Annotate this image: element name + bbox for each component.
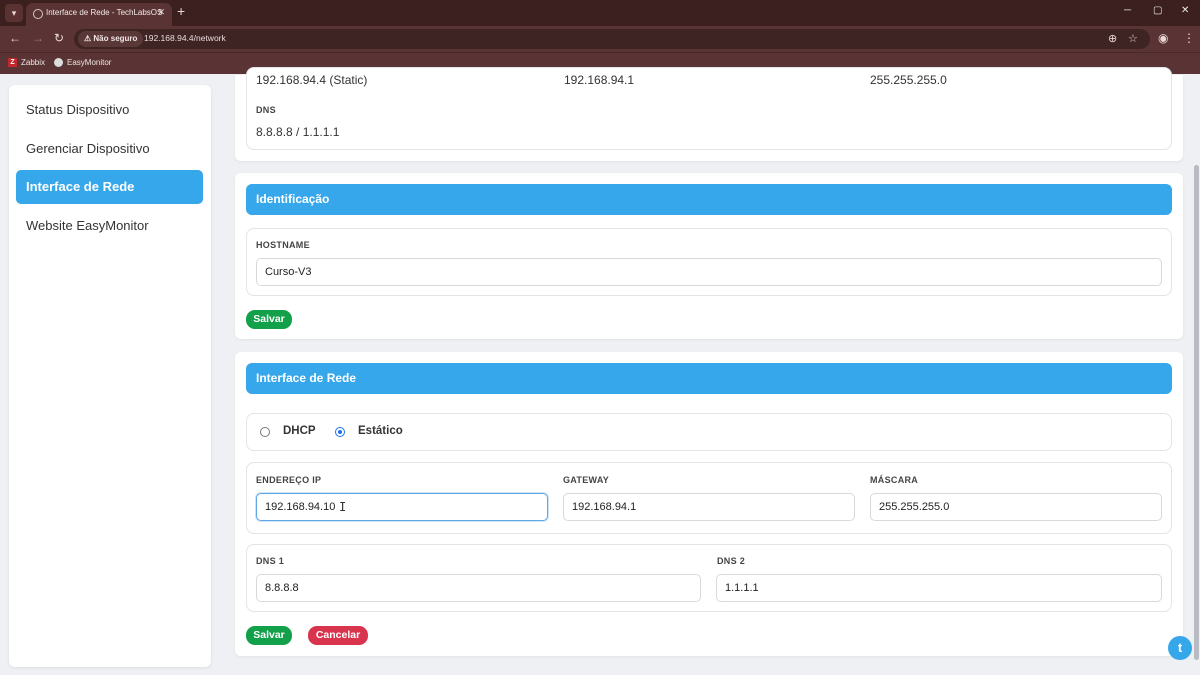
forward-arrow-icon[interactable]: → [32, 31, 44, 45]
close-icon[interactable]: ✕ [157, 7, 165, 18]
radio-static-label[interactable]: Estático [358, 425, 403, 437]
dns-label: DNS [256, 105, 276, 115]
techlabs-floating-icon[interactable]: t [1168, 636, 1192, 660]
maximize-icon[interactable]: ▢ [1153, 5, 1162, 16]
dns2-label: DNS 2 [717, 556, 746, 566]
tab-search-chevron-icon[interactable]: ▾ [5, 4, 23, 22]
zabbix-icon: Z [8, 58, 17, 67]
current-gateway: 192.168.94.1 [564, 73, 635, 87]
hostname-label: HOSTNAME [256, 240, 310, 250]
gateway-label: GATEWAY [563, 475, 610, 485]
bookmark-zabbix[interactable]: Z Zabbix [8, 58, 45, 67]
text-cursor-icon: I [339, 500, 347, 514]
browser-tab[interactable]: Interface de Rede - TechLabsOS ✕ [26, 3, 172, 26]
page-scrollbar-thumb[interactable] [1194, 165, 1199, 660]
identification-header: Identificação [246, 184, 1172, 215]
radio-dhcp[interactable] [260, 427, 270, 437]
sidebar-item-gerenciar-dispositivo[interactable]: Gerenciar Dispositivo [16, 132, 203, 166]
zoom-icon[interactable]: ⊕ [1108, 32, 1117, 45]
radio-static[interactable] [335, 427, 345, 437]
reload-icon[interactable]: ↻ [54, 31, 64, 45]
browser-tab-bar: ▾ Interface de Rede - TechLabsOS ✕ + ─ ▢… [0, 0, 1200, 26]
back-arrow-icon[interactable]: ← [9, 31, 21, 45]
sidebar-item-website-easymonitor[interactable]: Website EasyMonitor [16, 209, 203, 243]
bookmark-easymonitor[interactable]: EasyMonitor [54, 58, 111, 67]
dns1-label: DNS 1 [256, 556, 285, 566]
current-ip: 192.168.94.4 (Static) [256, 73, 368, 87]
ip-address-input[interactable]: 192.168.94.10 [256, 493, 548, 521]
cancel-button[interactable]: Cancelar [308, 626, 368, 645]
bookmark-star-icon[interactable]: ☆ [1128, 32, 1138, 45]
current-dns: 8.8.8.8 / 1.1.1.1 [256, 125, 340, 139]
identification-card: Identificação HOSTNAME Curso-V3 Salvar [235, 173, 1183, 339]
current-config-box [246, 67, 1172, 150]
sidebar: Status Dispositivo Gerenciar Dispositivo… [9, 85, 211, 667]
security-badge[interactable]: ⚠ Não seguro [78, 31, 144, 47]
gateway-input[interactable]: 192.168.94.1 [563, 493, 855, 521]
new-tab-plus-icon[interactable]: + [177, 3, 185, 19]
mask-label: MÁSCARA [870, 475, 919, 485]
window-close-icon[interactable]: ✕ [1181, 5, 1189, 16]
ip-label: ENDEREÇO IP [256, 475, 322, 485]
sidebar-item-status-dispositivo[interactable]: Status Dispositivo [16, 93, 203, 127]
minimize-icon[interactable]: ─ [1124, 5, 1131, 16]
menu-kebab-icon[interactable]: ⋮ [1183, 31, 1195, 45]
browser-toolbar: ← → ↻ ⚠ Não seguro 192.168.94.4/network … [0, 26, 1200, 52]
radio-dhcp-label[interactable]: DHCP [283, 425, 316, 437]
url-text: 192.168.94.4/network [144, 33, 226, 43]
hostname-input[interactable]: Curso-V3 [256, 258, 1162, 286]
network-interface-header: Interface de Rede [246, 363, 1172, 394]
warning-icon: ⚠ [84, 34, 92, 43]
address-bar[interactable]: ⚠ Não seguro 192.168.94.4/network ⊕ ☆ [74, 29, 1150, 49]
dns1-input[interactable]: 8.8.8.8 [256, 574, 701, 602]
globe-icon [54, 58, 63, 67]
save-hostname-button[interactable]: Salvar [246, 310, 292, 329]
sidebar-item-interface-de-rede[interactable]: Interface de Rede [16, 170, 203, 204]
current-config-card: 192.168.94.4 (Static) 192.168.94.1 255.2… [235, 67, 1183, 161]
profile-icon[interactable]: ◉ [1158, 31, 1168, 45]
tab-title: Interface de Rede - TechLabsOS [46, 8, 163, 17]
globe-icon [33, 9, 43, 19]
save-network-button[interactable]: Salvar [246, 626, 292, 645]
dns2-input[interactable]: 1.1.1.1 [716, 574, 1162, 602]
current-mask: 255.255.255.0 [870, 73, 947, 87]
mask-input[interactable]: 255.255.255.0 [870, 493, 1162, 521]
